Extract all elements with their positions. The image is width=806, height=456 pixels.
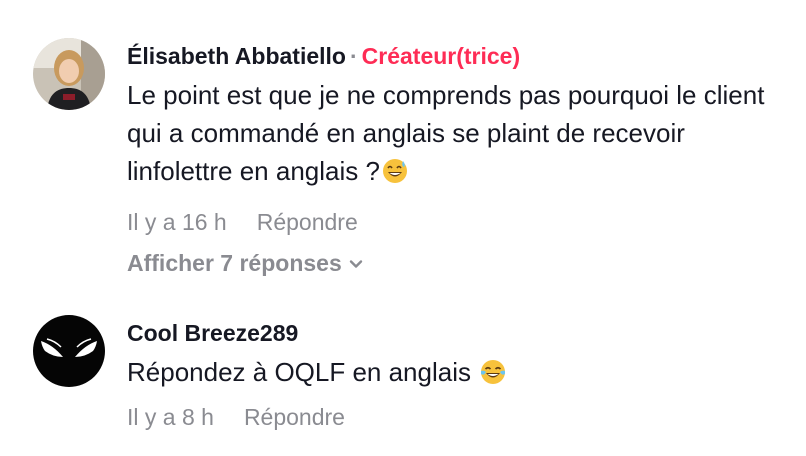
chevron-down-icon [349,260,362,268]
author-name[interactable]: Cool Breeze289 [127,320,298,346]
comment-meta: Il y a 16 h Répondre [127,208,786,236]
tears-of-joy-emoji-icon [481,360,506,384]
comment-timestamp: Il y a 16 h [127,209,227,235]
comment-text-content: Le point est que je ne comprends pas pou… [127,80,765,186]
author-name[interactable]: Élisabeth Abbatiello [127,43,346,69]
reply-button[interactable]: Répondre [257,209,358,235]
user-avatar-image [33,315,105,387]
comment-author-line: Cool Breeze289 [127,319,786,347]
avatar[interactable] [33,38,105,110]
creator-badge: Créateur(trice) [361,43,521,69]
comment-text: Le point est que je ne comprends pas pou… [127,76,786,190]
comment-author-line: Élisabeth Abbatiello · Créateur(trice) [127,42,786,70]
reply-button[interactable]: Répondre [244,404,345,430]
grinning-sweat-emoji-icon [382,159,407,183]
comment-meta: Il y a 8 h Répondre [127,403,786,431]
avatar[interactable] [33,315,105,387]
user-avatar-image [33,38,105,110]
view-replies-label: Afficher 7 réponses [127,250,342,276]
comment-text-content: Répondez à OQLF en anglais [127,357,471,387]
view-replies-button[interactable]: Afficher 7 réponses [127,249,364,277]
separator-dot: · [349,43,358,69]
comment-timestamp: Il y a 8 h [127,404,214,430]
comment-text: Répondez à OQLF en anglais [127,353,786,391]
